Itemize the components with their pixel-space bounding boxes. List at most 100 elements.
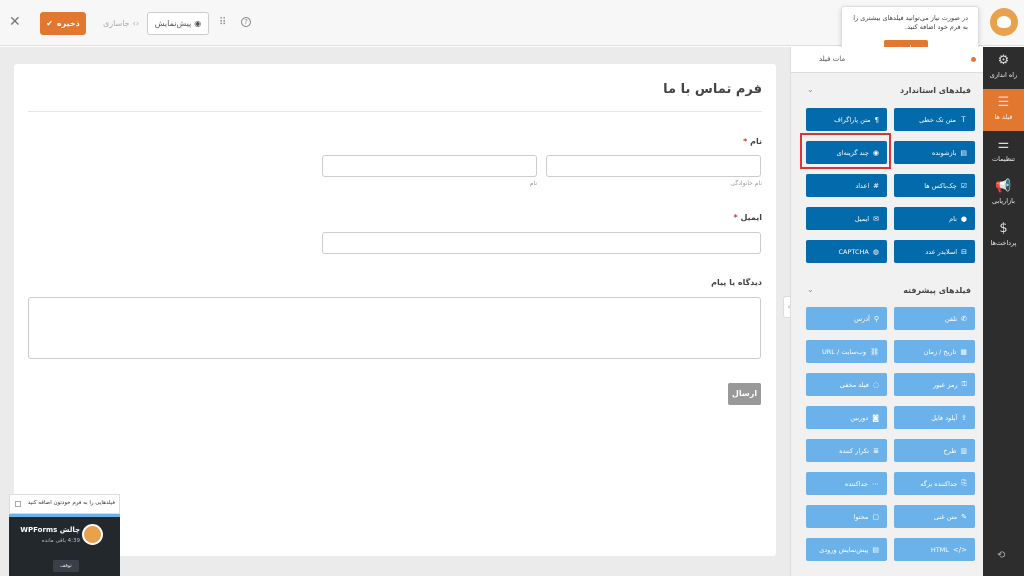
field-button-label: دوربین <box>850 413 869 422</box>
pause-button[interactable]: توقف <box>53 560 79 572</box>
sliders-icon: ⚌ <box>997 137 1010 152</box>
progress-bar <box>9 514 120 517</box>
standard-field-button[interactable]: متن پاراگراف ¶ <box>806 108 887 131</box>
advanced-field-button[interactable]: جداکننده ⋯ <box>806 472 887 495</box>
embed-button[interactable]: جاسازی ‹› <box>100 12 142 35</box>
preview-button[interactable]: پیش‌نمایش ◉ <box>147 12 209 35</box>
task-checkbox[interactable] <box>15 501 21 507</box>
field-button-label: اعداد <box>855 181 870 190</box>
field-type-icon: ≣ <box>873 446 879 455</box>
popup-text: در صورت نیاز می‌توانید فیلدهای بیشتری را… <box>853 14 968 31</box>
field-button-label: ایمیل <box>854 214 870 223</box>
sidebar-item-payments[interactable]: $ پرداخت‌ها <box>983 215 1024 257</box>
name-label-text: نام <box>750 137 762 146</box>
field-button-label: نام <box>949 214 957 223</box>
field-type-icon: ● <box>960 214 967 223</box>
message-textarea[interactable] <box>28 297 761 359</box>
panel-tabs: مات فیلد <box>791 47 984 73</box>
standard-field-button[interactable]: چک‌باکس ها ☑ <box>894 174 975 197</box>
last-name-field[interactable] <box>322 155 537 177</box>
field-button-label: آپلود فایل <box>931 413 958 422</box>
field-button-label: پیش‌نمایش ورودی <box>819 545 869 554</box>
form-preview-card: فرم تماس با ما نام * نام خانوادگی نام ای… <box>14 64 776 556</box>
first-name-field[interactable] <box>546 155 761 177</box>
grid-icon[interactable]: ⠿ <box>219 17 226 28</box>
field-type-icon: </> <box>952 545 967 554</box>
tab-field-options[interactable]: مات فیلد <box>819 55 845 63</box>
notification-dot <box>971 57 976 62</box>
first-name-sublabel: نام خانوادگی <box>730 180 762 187</box>
advanced-field-button[interactable]: محتوا ▢ <box>806 505 887 528</box>
help-icon[interactable]: ⟲ <box>997 550 1005 561</box>
required-mark: * <box>743 137 748 146</box>
megaphone-icon: 📢 <box>995 179 1012 194</box>
advanced-field-button[interactable]: تلفن ✆ <box>894 307 975 330</box>
sidebar-item-fields[interactable]: ☰ فیلد ها <box>983 89 1024 131</box>
chevron-down-icon[interactable]: ⌄ <box>807 85 814 94</box>
standard-field-button[interactable]: نام ● <box>894 207 975 230</box>
field-type-icon: # <box>873 181 879 190</box>
email-field[interactable] <box>322 232 761 254</box>
required-mark: * <box>733 213 738 222</box>
challenge-title: چالش WPForms <box>20 526 80 534</box>
advanced-field-button[interactable]: آپلود فایل ⇪ <box>894 406 975 429</box>
save-button[interactable]: ✔ ذخیره <box>40 12 86 35</box>
field-button-label: اسلایدر عدد <box>925 247 958 256</box>
advanced-field-button[interactable]: فیلد مخفی ◌ <box>806 373 887 396</box>
standard-field-button[interactable]: بازشونده ▤ <box>894 141 975 164</box>
check-icon: ✔ <box>46 19 53 28</box>
standard-fields-title[interactable]: فیلدهای استاندارد <box>900 86 971 95</box>
field-type-icon: ✎ <box>961 512 967 521</box>
advanced-field-button[interactable]: تاریخ / زمان ▦ <box>894 340 975 363</box>
close-icon[interactable]: ✕ <box>9 14 21 30</box>
submit-button[interactable]: ارسال <box>728 383 761 405</box>
wpforms-logo <box>990 8 1018 36</box>
embed-label: جاسازی <box>102 19 130 28</box>
field-button-label: چک‌باکس ها <box>924 181 957 190</box>
field-button-label: بازشونده <box>932 148 957 157</box>
advanced-field-button[interactable]: HTML </> <box>894 538 975 561</box>
field-type-icon: ⎘ <box>961 479 967 487</box>
message-label: دیدگاه یا پیام <box>711 278 762 287</box>
gear-icon: ⚙ <box>997 53 1010 68</box>
challenge-widget: چالش WPForms 4:39 باقی مانده توقف <box>9 514 120 576</box>
sidebar-item-label: فیلد ها <box>994 113 1013 121</box>
sidebar-item-marketing[interactable]: 📢 بازاریابی <box>983 173 1024 215</box>
form-title: فرم تماس با ما <box>663 82 762 97</box>
standard-field-button[interactable]: اسلایدر عدد ⊟ <box>894 240 975 263</box>
last-name-sublabel: نام <box>529 180 537 187</box>
help-icon[interactable]: ? <box>241 17 251 27</box>
fields-panel: مات فیلد فیلدهای استاندارد ⌄ متن تک خطی Ｔ… <box>790 47 984 576</box>
standard-field-button[interactable]: متن تک خطی Ｔ <box>894 108 975 131</box>
advanced-field-button[interactable]: آدرس ⚲ <box>806 307 887 330</box>
field-type-icon: ▤ <box>872 545 879 554</box>
advanced-field-button[interactable]: وب‌سایت / URL ⛓ <box>806 340 887 363</box>
field-type-icon: Ｔ <box>960 115 967 124</box>
field-button-label: رمز عبور <box>933 380 958 389</box>
advanced-field-button[interactable]: پیش‌نمایش ورودی ▤ <box>806 538 887 561</box>
standard-field-button[interactable]: CAPTCHA ◍ <box>806 240 887 263</box>
challenge-task: فیلدهایی را به فرم خودتون اضافه کنید <box>9 494 120 514</box>
sidebar-item-setup[interactable]: ⚙ راه اندازی <box>983 47 1024 89</box>
field-type-icon: ◌ <box>872 380 879 389</box>
advanced-field-button[interactable]: رمز عبور ⚿ <box>894 373 975 396</box>
advanced-field-button[interactable]: تکرار کننده ≣ <box>806 439 887 462</box>
fields-icon: ☰ <box>997 95 1010 110</box>
field-button-label: تکرار کننده <box>839 446 870 455</box>
wpforms-logo <box>82 524 103 545</box>
chevron-down-icon[interactable]: ⌄ <box>807 285 814 294</box>
sidebar-item-settings[interactable]: ⚌ تنظیمات <box>983 131 1024 173</box>
standard-field-button[interactable]: اعداد # <box>806 174 887 197</box>
sidebar-item-label: تنظیمات <box>992 155 1015 163</box>
field-button-label: جداکننده <box>844 479 868 488</box>
advanced-field-button[interactable]: متن غنی ✎ <box>894 505 975 528</box>
sidebar-item-label: بازاریابی <box>992 197 1015 205</box>
standard-field-button[interactable]: ایمیل ✉ <box>806 207 887 230</box>
field-type-icon: ▢ <box>872 512 879 521</box>
advanced-field-button[interactable]: دوربین ◙ <box>806 406 887 429</box>
advanced-fields-title[interactable]: فیلدهای پیشرفته <box>903 286 971 295</box>
field-button-label: متن پاراگراف <box>834 115 871 124</box>
email-label-text: ایمیل <box>740 213 762 222</box>
advanced-field-button[interactable]: جداکننده برگه ⎘ <box>894 472 975 495</box>
advanced-field-button[interactable]: طرح ▥ <box>894 439 975 462</box>
